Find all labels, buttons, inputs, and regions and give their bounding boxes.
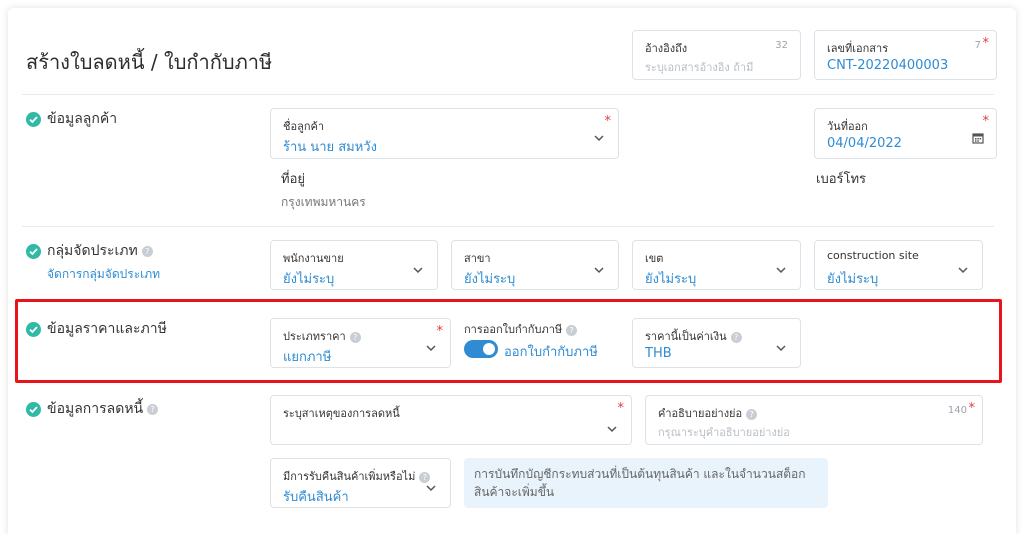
reference-label: อ้างอิงถึง — [645, 42, 688, 55]
issue-date-field[interactable]: วันที่ออก * 04/04/2022 — [814, 108, 997, 159]
section-pricing-title: ข้อมูลราคาและภาษี — [47, 321, 167, 337]
branch-value: ยังไม่ระบุ — [464, 272, 516, 287]
branch-select[interactable]: สาขา ยังไม่ระบุ — [451, 240, 619, 290]
required-mark: * — [968, 401, 976, 416]
divider — [22, 226, 994, 227]
price-type-value: แยกภาษี — [283, 350, 332, 365]
customer-name-value: ร้าน นาย สมหวัง — [283, 140, 377, 155]
chevron-down-icon — [956, 263, 970, 277]
branch-label: สาขา — [464, 252, 491, 265]
construction-site-select[interactable]: construction site ยังไม่ระบุ — [814, 240, 983, 290]
zone-label: เขต — [645, 252, 664, 265]
help-icon[interactable]: ? — [147, 403, 159, 415]
section-customer: ข้อมูลลูกค้า — [26, 108, 117, 130]
section-customer-title: ข้อมูลลูกค้า — [47, 111, 118, 127]
salesperson-label: พนักงานขาย — [283, 252, 344, 265]
required-mark: * — [604, 114, 612, 129]
divider — [22, 94, 994, 95]
zone-value: ยังไม่ระบุ — [645, 272, 697, 287]
construction-site-label: construction site — [827, 249, 919, 262]
section-pricing: ข้อมูลราคาและภาษี — [26, 318, 167, 340]
section-credit-title: ข้อมูลการลดหนี้ — [47, 401, 144, 417]
reason-label: ระบุสาเหตุของการลดหนี้ — [283, 407, 400, 420]
reference-placeholder: ระบุเอกสารอ้างอิง ถ้ามี — [645, 61, 754, 74]
check-circle-icon — [26, 243, 41, 259]
return-goods-value: รับคืนสินค้า — [283, 490, 349, 505]
manage-group-link[interactable]: จัดการกลุ่มจัดประเภท — [47, 265, 160, 284]
info-message: การบันทึกบัญชีกระทบส่วนที่เป็นต้นทุนสินค… — [464, 458, 828, 508]
address-label: ที่อยู่ — [281, 172, 305, 187]
help-icon[interactable]: ? — [730, 331, 742, 343]
section-group-title: กลุ่มจัดประเภท — [47, 243, 138, 259]
reference-field[interactable]: อ้างอิงถึง 32 ระบุเอกสารอ้างอิง ถ้ามี — [632, 30, 801, 80]
description-field[interactable]: คำอธิบายอย่างย่อ? 140 * กรุณาระบุคำอธิบา… — [645, 395, 983, 445]
currency-select[interactable]: ราคานี้เป็นค่าเงิน? THB — [632, 318, 801, 368]
currency-value: THB — [645, 346, 672, 361]
description-counter: 140 — [947, 405, 967, 416]
chevron-down-icon — [605, 422, 619, 436]
doc-number-field[interactable]: เลขที่เอกสาร 7 * CNT-20220400003 — [814, 30, 997, 80]
zone-select[interactable]: เขต ยังไม่ระบุ — [632, 240, 801, 290]
customer-name-label: ชื่อลูกค้า — [283, 120, 325, 133]
page-title: สร้างใบลดหนี้ / ใบกำกับภาษี — [26, 50, 273, 74]
section-credit: ข้อมูลการลดหนี้ ? — [26, 398, 159, 420]
help-icon[interactable]: ? — [566, 324, 578, 336]
issue-date-value: 04/04/2022 — [827, 136, 902, 151]
check-circle-icon — [26, 321, 41, 337]
reference-counter: 32 — [775, 40, 788, 51]
toggle-knob — [483, 343, 495, 355]
address-value: กรุงเทพมหานคร — [281, 195, 366, 209]
price-type-select[interactable]: ประเภทราคา? * แยกภาษี — [270, 318, 451, 368]
required-mark: * — [982, 114, 990, 129]
reason-select[interactable]: ระบุสาเหตุของการลดหนี้ * — [270, 395, 632, 445]
return-goods-select[interactable]: มีการรับคืนสินค้าเพิ่มหรือไม่? รับคืนสิน… — [270, 458, 451, 508]
description-label: คำอธิบายอย่างย่อ? — [658, 404, 758, 422]
customer-name-select[interactable]: ชื่อลูกค้า * ร้าน นาย สมหวัง — [270, 108, 619, 159]
tax-invoice-label: การออกใบกำกับภาษี? — [464, 320, 578, 338]
section-group: กลุ่มจัดประเภท ? — [26, 240, 153, 262]
price-type-label: ประเภทราคา? — [283, 327, 361, 345]
required-mark: * — [617, 401, 625, 416]
salesperson-select[interactable]: พนักงานขาย ยังไม่ระบุ — [270, 240, 438, 290]
chevron-down-icon — [774, 263, 788, 277]
chevron-down-icon — [411, 263, 425, 277]
check-circle-icon — [26, 111, 41, 127]
tax-invoice-toggle[interactable] — [464, 340, 498, 358]
chevron-down-icon — [424, 481, 438, 495]
check-circle-icon — [26, 401, 41, 417]
calendar-icon[interactable] — [972, 129, 984, 144]
tax-invoice-toggle-label: ออกใบกำกับภาษี — [504, 345, 598, 360]
doc-number-value: CNT-20220400003 — [827, 58, 949, 73]
chevron-down-icon — [424, 341, 438, 355]
required-mark: * — [436, 324, 444, 339]
doc-number-counter: 7 — [974, 40, 981, 51]
help-icon[interactable]: ? — [141, 245, 153, 257]
phone-label: เบอร์โทร — [816, 172, 867, 187]
construction-site-value: ยังไม่ระบุ — [827, 272, 879, 287]
description-placeholder: กรุณาระบุคำอธิบายอย่างย่อ — [658, 426, 790, 439]
salesperson-value: ยังไม่ระบุ — [283, 272, 335, 287]
doc-number-label: เลขที่เอกสาร — [827, 42, 889, 55]
help-icon[interactable]: ? — [349, 331, 361, 343]
help-icon[interactable]: ? — [746, 408, 758, 420]
chevron-down-icon — [592, 131, 606, 145]
issue-date-label: วันที่ออก — [827, 120, 868, 133]
chevron-down-icon — [592, 263, 606, 277]
chevron-down-icon — [774, 341, 788, 355]
required-mark: * — [982, 36, 990, 51]
return-goods-label: มีการรับคืนสินค้าเพิ่มหรือไม่? — [283, 467, 431, 485]
currency-label: ราคานี้เป็นค่าเงิน? — [645, 327, 742, 345]
